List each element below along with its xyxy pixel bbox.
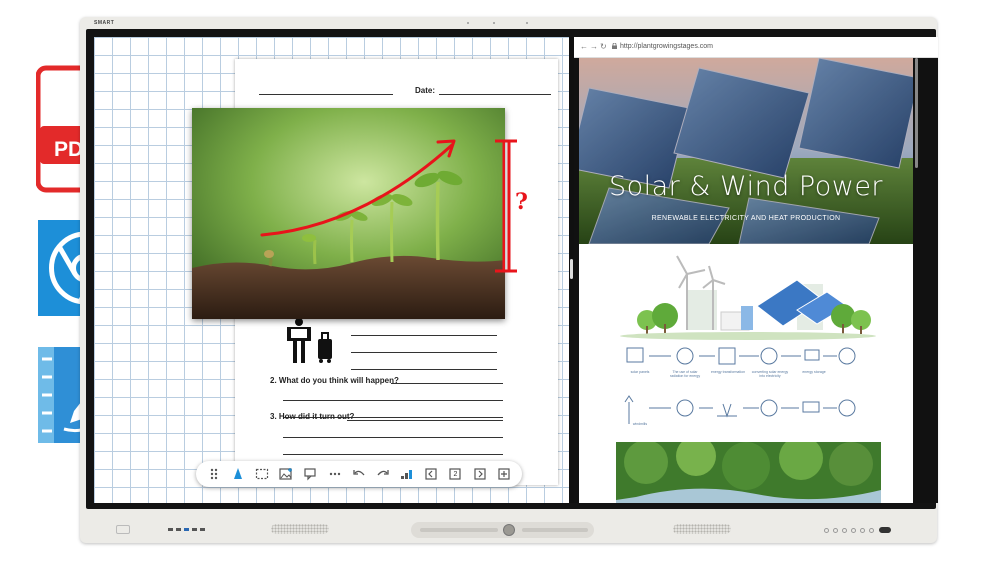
power-button[interactable]	[503, 524, 515, 536]
url-text: http://plantgrowingstages.com	[620, 43, 713, 50]
page-scrollbar[interactable]	[915, 58, 918, 168]
comment-icon[interactable]	[302, 465, 320, 483]
info-caption: solar panels	[630, 370, 650, 374]
add-page-icon[interactable]	[495, 465, 513, 483]
hero-title: Solar & Wind Power	[608, 171, 884, 202]
prev-page-icon[interactable]	[422, 465, 440, 483]
date-label: Date:	[415, 86, 436, 95]
page-content: solar panels The use of solar radiation …	[579, 244, 913, 503]
hero-subtitle: RENEWABLE ELECTRICITY AND HEAT PRODUCTIO…	[651, 215, 841, 222]
control-button[interactable]	[842, 528, 847, 533]
info-caption: The use of solar radiation for energy	[669, 370, 701, 378]
notebook-toolbar: 2	[196, 461, 522, 487]
info-caption: converting solar energy into electricity	[751, 370, 789, 378]
brand-logo: SMART	[94, 20, 115, 26]
hero-banner: Solar & Wind Power RENEWABLE ELECTRICITY…	[579, 58, 913, 244]
speaker-left	[271, 524, 329, 534]
usb-port	[176, 528, 181, 531]
usb-port	[168, 528, 173, 531]
split-handle[interactable]	[570, 259, 573, 279]
address-bar[interactable]: ← → ↻ http://plantgrowingstages.com	[574, 37, 938, 58]
control-button[interactable]	[824, 528, 829, 533]
question-2: 2. What do you think will happen?	[270, 376, 399, 385]
select-tool-icon[interactable]	[253, 465, 271, 483]
back-icon[interactable]: ←	[580, 42, 588, 51]
browser-window: ← → ↻ http://plantgrowingstages.com Sola…	[574, 37, 938, 503]
control-button[interactable]	[869, 528, 874, 533]
control-button[interactable]	[860, 528, 865, 533]
more-icon[interactable]	[326, 465, 344, 483]
refresh-icon[interactable]: ↻	[600, 42, 607, 51]
redo-icon[interactable]	[374, 465, 392, 483]
control-button[interactable]	[833, 528, 838, 533]
page-number-indicator[interactable]: 2	[446, 465, 464, 483]
drag-handle-icon[interactable]	[205, 465, 223, 483]
info-caption: energy storage	[802, 370, 826, 374]
solar-process-infographic	[626, 347, 856, 365]
speaker-right	[673, 524, 731, 534]
seedling-photo[interactable]	[192, 108, 505, 319]
nfc-badge	[116, 525, 130, 534]
usb-port	[200, 528, 205, 531]
stylus-pen[interactable]	[420, 528, 498, 532]
forward-icon[interactable]: →	[590, 42, 598, 51]
sensor-dot	[526, 22, 528, 24]
hdmi-port	[192, 528, 197, 531]
forest-photo	[616, 442, 881, 503]
lock-icon	[612, 43, 617, 49]
traveler-icon	[287, 318, 332, 363]
info-caption: energy transformation	[710, 370, 746, 374]
question-mark-annotation: ?	[515, 189, 528, 215]
camera-dot	[493, 22, 495, 24]
page-number: 2	[453, 470, 458, 478]
activities-icon[interactable]	[398, 465, 416, 483]
sensor-dot	[467, 22, 469, 24]
display-screen: Date: 2. What do you think will happen?	[94, 37, 938, 503]
usb-port	[184, 528, 189, 531]
control-button[interactable]	[851, 528, 856, 533]
pen-tool-icon[interactable]	[229, 465, 247, 483]
notebook-canvas[interactable]: Date: 2. What do you think will happen?	[94, 37, 569, 503]
question-3: 3. How did it turn out?	[270, 412, 355, 421]
renewable-energy-illustration	[620, 255, 876, 340]
stylus-pen[interactable]	[522, 528, 588, 532]
wind-process-infographic	[624, 395, 856, 424]
next-page-icon[interactable]	[471, 465, 489, 483]
info-caption: windmills	[632, 422, 648, 426]
undo-icon[interactable]	[350, 465, 368, 483]
ir-sensor	[879, 527, 891, 533]
add-image-icon[interactable]	[277, 465, 295, 483]
